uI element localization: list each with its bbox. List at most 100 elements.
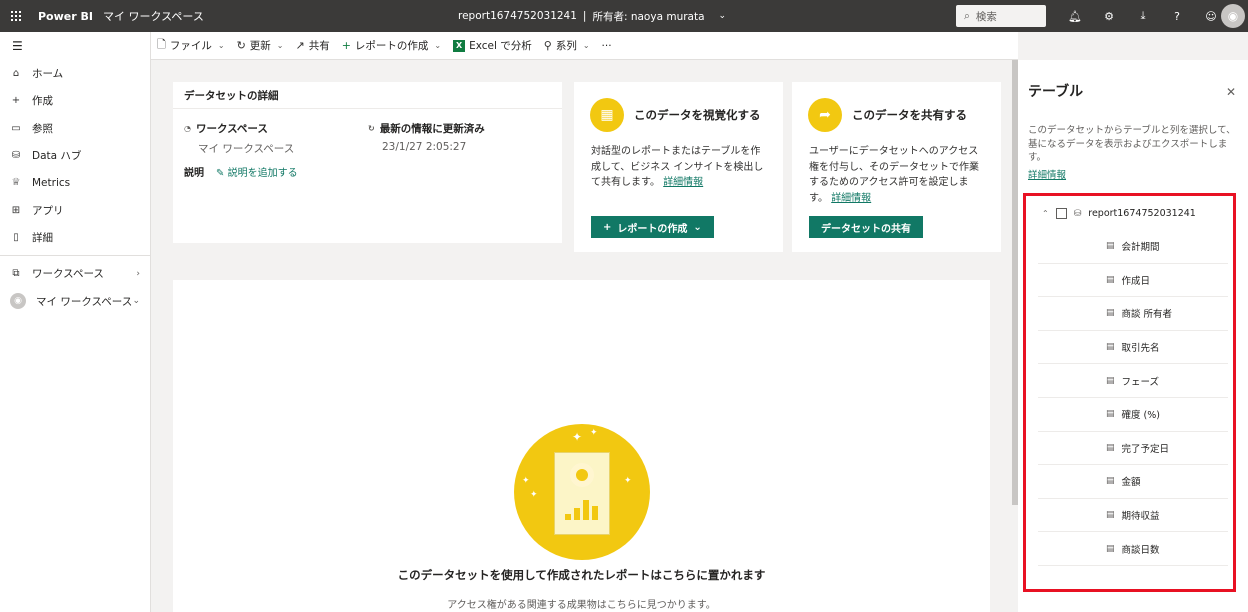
nav-item-browse[interactable]: ▭ 参照 bbox=[0, 115, 150, 142]
left-navigation: ☰ ⌂ ホーム + 作成 ▭ 参照 ⛁ Data ハブ ♕ Metrics ⊞ … bbox=[0, 32, 151, 612]
table-field-item[interactable]: ▤ 金額 bbox=[1038, 465, 1228, 499]
workspace-value: マイ ワークスペース bbox=[198, 143, 295, 155]
table-field-item[interactable]: ▤ 商談 所有者 bbox=[1038, 297, 1228, 331]
nav-item-create[interactable]: + 作成 bbox=[0, 87, 150, 114]
field-label: 期待収益 bbox=[1121, 511, 1160, 523]
lineage-button[interactable]: ⚲ 系列 ⌄ bbox=[544, 38, 590, 53]
column-icon: ▤ bbox=[1106, 375, 1115, 386]
nav-item-learn[interactable]: ▯ 詳細 bbox=[0, 224, 150, 251]
nav-item-label: Data ハブ bbox=[32, 150, 82, 163]
table-field-item[interactable]: ▤ 完了予定日 bbox=[1038, 432, 1228, 466]
chevron-down-icon: ⌄ bbox=[132, 296, 140, 307]
share-arrow-icon: ➦ bbox=[808, 98, 842, 132]
chevron-down-icon: ⌄ bbox=[582, 41, 590, 50]
table-field-item[interactable]: ▤ フェーズ bbox=[1038, 364, 1228, 398]
gear-icon[interactable]: ⚙ bbox=[1092, 10, 1126, 23]
top-bar: Power BI マイ ワークスペース report1674752031241 … bbox=[0, 0, 1248, 32]
sparkle-icon: ✦ bbox=[530, 490, 538, 500]
field-label: 商談 所有者 bbox=[1121, 309, 1173, 321]
lineage-label: 系列 bbox=[555, 40, 577, 52]
database-icon: ⛁ bbox=[11, 150, 21, 162]
visualize-description: 対話型のレポートまたはテーブルを作成して、ビジネス インサイトを検出して共有しま… bbox=[591, 146, 764, 188]
download-icon[interactable]: ⤓ bbox=[1126, 9, 1160, 23]
more-options-button[interactable]: ··· bbox=[602, 40, 612, 52]
nav-item-home[interactable]: ⌂ ホーム bbox=[0, 60, 150, 87]
nav-item-label: 参照 bbox=[32, 122, 53, 135]
nav-item-label: Metrics bbox=[32, 176, 71, 189]
visualize-card: ▦ このデータを視覚化する 対話型のレポートまたはテーブルを作成して、ビジネス … bbox=[574, 82, 783, 252]
related-reports-card: ✦ ✦ ✦ ✦ ✦ このデータセットを使用して作成されたレポートはこちらに置かれ… bbox=[173, 280, 990, 612]
report-title-menu[interactable]: report1674752031241 | 所有者: naoya murata … bbox=[458, 0, 726, 32]
nav-item-apps[interactable]: ⊞ アプリ bbox=[0, 196, 150, 223]
share-learn-more-link[interactable]: 詳細情報 bbox=[831, 193, 871, 204]
chevron-up-icon[interactable]: ⌃ bbox=[1042, 209, 1049, 218]
sparkle-icon: ✦ bbox=[624, 476, 632, 486]
table-field-item[interactable]: ▤ 取引先名 bbox=[1038, 331, 1228, 365]
table-field-item[interactable]: ▤ 会計期間 bbox=[1038, 230, 1228, 264]
column-icon: ▤ bbox=[1106, 409, 1115, 420]
hamburger-icon[interactable]: ☰ bbox=[0, 32, 150, 60]
refresh-icon: ↻ bbox=[236, 39, 246, 52]
workspace-title[interactable]: マイ ワークスペース bbox=[103, 8, 204, 24]
visualize-icon: ▦ bbox=[590, 98, 624, 132]
details-title: データセットの詳細 bbox=[173, 82, 562, 109]
file-menu-button[interactable]: 🗋 ファイル ⌄ bbox=[157, 36, 225, 55]
refresh-status-label: ↻ 最新の情報に更新済み bbox=[368, 123, 485, 135]
app-launcher-icon[interactable] bbox=[0, 0, 32, 32]
nav-item-label: ワークスペース bbox=[32, 268, 104, 281]
field-label: 作成日 bbox=[1121, 275, 1151, 287]
workspaces-icon: ⧉ bbox=[12, 268, 20, 280]
workspace-label: ◔ ワークスペース bbox=[184, 123, 268, 135]
table-field-item[interactable]: ▤ 作成日 bbox=[1038, 264, 1228, 298]
refresh-label: 更新 bbox=[249, 40, 271, 52]
field-label: 商談日数 bbox=[1121, 544, 1160, 556]
nav-item-workspaces[interactable]: ⧉ ワークスペース › bbox=[0, 260, 150, 287]
create-report-dropdown-button[interactable]: + レポートの作成 ⌄ bbox=[591, 216, 714, 238]
workspace-avatar-icon: ◉ bbox=[10, 293, 26, 310]
apps-icon: ⊞ bbox=[11, 204, 21, 216]
nav-item-my-workspace[interactable]: ◉ マイ ワークスペース ⌄ bbox=[0, 287, 150, 314]
excel-label: Excel で分析 bbox=[469, 40, 532, 52]
search-icon: ⌕ bbox=[964, 9, 970, 22]
visualize-learn-more-link[interactable]: 詳細情報 bbox=[663, 177, 703, 188]
nav-item-label: ホーム bbox=[32, 68, 64, 81]
share-label: 共有 bbox=[308, 40, 330, 52]
home-icon: ⌂ bbox=[12, 68, 20, 80]
search-box[interactable]: ⌕ 検索 bbox=[956, 5, 1046, 27]
add-description-link[interactable]: ✎ 説明を追加する bbox=[216, 164, 298, 179]
share-dataset-button[interactable]: データセットの共有 bbox=[809, 216, 923, 238]
table-name: report1674752031241 bbox=[1088, 208, 1196, 219]
help-icon[interactable]: ? bbox=[1160, 10, 1194, 23]
analyze-in-excel-button[interactable]: X Excel で分析 bbox=[453, 38, 532, 53]
nav-item-label: 作成 bbox=[32, 95, 53, 108]
share-button[interactable]: ↗ 共有 bbox=[295, 38, 329, 53]
column-icon: ▤ bbox=[1106, 476, 1115, 487]
panel-learn-more-link[interactable]: 詳細情報 bbox=[1028, 167, 1066, 181]
pencil-icon: ✎ bbox=[216, 168, 225, 179]
nav-item-metrics[interactable]: ♕ Metrics bbox=[0, 169, 150, 196]
table-checkbox[interactable] bbox=[1055, 208, 1067, 219]
share-card: ➦ このデータを共有する ユーザーにデータセットへのアクセス権を付与し、そのデー… bbox=[792, 82, 1001, 252]
trophy-icon: ♕ bbox=[11, 177, 21, 189]
share-icon: ↗ bbox=[295, 39, 305, 52]
brand-name[interactable]: Power BI bbox=[38, 10, 93, 23]
table-field-item[interactable]: ▤ 確度 (%) bbox=[1038, 398, 1228, 432]
refresh-button[interactable]: ↻ 更新 ⌄ bbox=[237, 38, 284, 53]
description-label: 説明 bbox=[184, 168, 204, 179]
bell-icon[interactable]: 🔔︎ bbox=[1058, 10, 1092, 23]
table-icon: ⛁ bbox=[1073, 208, 1082, 219]
table-field-item[interactable]: ▤ 商談日数 bbox=[1038, 532, 1228, 566]
column-icon: ▤ bbox=[1106, 543, 1115, 554]
column-icon: ▤ bbox=[1106, 241, 1115, 252]
create-report-button[interactable]: + レポートの作成 ⌄ bbox=[342, 38, 441, 53]
share-description: ユーザーにデータセットへのアクセス権を付与し、そのデータセットで作業するためのア… bbox=[809, 146, 979, 204]
field-label: 金額 bbox=[1121, 477, 1141, 489]
nav-item-data-hub[interactable]: ⛁ Data ハブ bbox=[0, 142, 150, 169]
table-tree-root[interactable]: ⌃ ⛁ report1674752031241 bbox=[1042, 208, 1196, 219]
column-icon: ▤ bbox=[1106, 442, 1115, 453]
refresh-icon: ↻ bbox=[368, 124, 375, 133]
user-avatar[interactable]: ◉ bbox=[1221, 4, 1245, 28]
table-field-item[interactable]: ▤ 期待収益 bbox=[1038, 499, 1228, 533]
refresh-timestamp: 23/1/27 2:05:27 bbox=[382, 141, 467, 153]
close-icon[interactable]: ✕ bbox=[1226, 85, 1236, 99]
